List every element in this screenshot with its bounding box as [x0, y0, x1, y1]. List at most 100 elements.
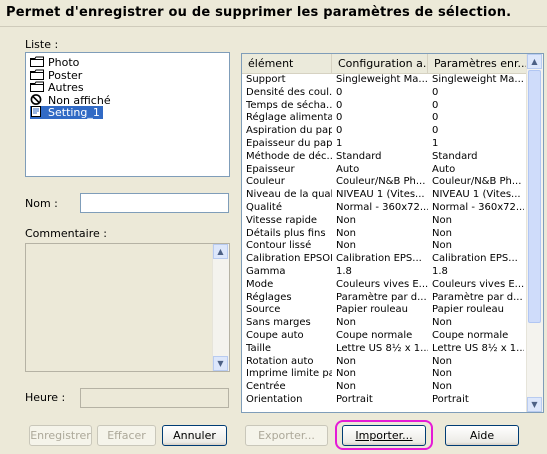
scroll-down-button[interactable]: ▼ — [213, 356, 228, 371]
save-button[interactable]: Enregistrer — [29, 425, 92, 446]
table-row[interactable]: Densité des coul... 0 0 — [242, 87, 527, 98]
comment-scrollbar[interactable]: ▲ ▼ — [212, 244, 229, 371]
name-label: Nom : — [25, 197, 58, 210]
table-cell: Support — [246, 74, 286, 85]
list-label: Liste : — [25, 38, 59, 51]
table-cell: Centrée — [246, 381, 286, 393]
table-row[interactable]: Taille Lettre US 8½ x 1... Lettre US 8½ x … — [242, 343, 527, 354]
table-scroll-up-button[interactable]: ▲ — [527, 54, 542, 69]
table-row[interactable]: Qualité Normal - 360x72... Normal - 360x72… — [242, 202, 527, 213]
table-row[interactable]: Méthode de déc... Standard Standard — [242, 151, 527, 162]
table-cell: Non — [336, 214, 356, 226]
list-item[interactable]: Non affiché — [30, 94, 114, 107]
time-label: Heure : — [25, 391, 66, 404]
table-scroll-down-button[interactable]: ▼ — [527, 397, 542, 412]
table-row[interactable]: Niveau de la qual... NIVEAU 1 (Vites... NI… — [242, 189, 527, 200]
table-cell: 1 — [432, 138, 439, 149]
table-scroll-thumb[interactable] — [528, 70, 541, 323]
table-cell: Taille — [246, 342, 272, 354]
table-row[interactable]: Mode Couleurs vives E... Couleurs vives E.… — [242, 279, 527, 290]
table-row[interactable]: Vitesse rapide Non Non — [242, 215, 527, 226]
chevron-down-icon: ▼ — [531, 400, 538, 409]
list-item-label: Poster — [48, 68, 83, 82]
table-cell: Couleur — [246, 176, 285, 188]
settings-table[interactable]: élément Configuration a... Paramètres en… — [241, 53, 544, 413]
table-cell: Lettre US 8½ x 1... — [336, 342, 428, 354]
table-cell: Couleur/N&B Ph... — [432, 176, 522, 188]
table-cell: Epaisseur — [246, 163, 295, 175]
comment-textarea[interactable]: ▲ ▼ — [25, 243, 230, 372]
table-cell: Gamma — [246, 266, 286, 277]
table-row[interactable]: Support Singleweight Ma... Singleweight Ma… — [242, 74, 527, 85]
table-cell: Calibration EPSON — [246, 253, 332, 265]
column-header-current-config[interactable]: Configuration a... — [332, 54, 428, 73]
table-cell: Calibration EPS... — [432, 253, 518, 265]
table-row[interactable]: Détails plus fins Non Non — [242, 228, 527, 239]
help-button[interactable]: Aide — [445, 425, 519, 446]
import-button[interactable]: Importer... — [342, 425, 426, 446]
table-cell: Imprime limite page — [246, 368, 332, 380]
table-row[interactable]: Contour lissé Non Non — [242, 240, 527, 251]
table-cell: Source — [246, 304, 281, 316]
table-row[interactable]: Aspiration du pap... 0 0 — [242, 125, 527, 136]
table-row[interactable]: Epaisseur Auto Auto — [242, 164, 527, 175]
table-row[interactable]: Centrée Non Non — [242, 381, 527, 392]
table-row[interactable]: Sans marges Non Non — [242, 317, 527, 328]
time-field — [80, 388, 229, 408]
table-cell: Non — [336, 381, 356, 393]
column-header-saved-params[interactable]: Paramètres enr... — [428, 54, 527, 73]
table-row[interactable]: Réglages Paramètre par d... Paramètre par … — [242, 292, 527, 303]
table-cell: Non — [432, 227, 452, 239]
import-button-label: Importer... — [355, 429, 413, 442]
table-cell: NIVEAU 1 (Vites... — [432, 189, 521, 201]
table-row[interactable]: Calibration EPSON Calibration EPS... Calib… — [242, 253, 527, 264]
export-button[interactable]: Exporter... — [245, 425, 328, 446]
delete-button[interactable]: Effacer — [97, 425, 156, 446]
settings-list[interactable]: Photo Poster Autres Non affiché Setting_1 — [25, 52, 230, 177]
table-cell: Contour lissé — [246, 240, 312, 252]
table-cell: Standard — [336, 150, 382, 162]
table-row[interactable]: Coupe auto Coupe normale Coupe normale — [242, 330, 527, 341]
table-cell: Non — [336, 227, 356, 239]
settings-file-icon — [30, 106, 48, 119]
table-cell: 0 — [336, 99, 343, 111]
list-item-label: Autres — [48, 81, 84, 94]
table-cell: Coupe normale — [432, 330, 509, 341]
comment-label: Commentaire : — [25, 227, 107, 240]
table-row[interactable]: Couleur Couleur/N&B Ph... Couleur/N&B Ph..… — [242, 176, 527, 187]
table-row[interactable]: Gamma 1.8 1.8 — [242, 266, 527, 277]
table-header: élément Configuration a... Paramètres en… — [242, 54, 527, 74]
column-header-element[interactable]: élément — [242, 54, 332, 73]
table-cell: NIVEAU 1 (Vites... — [336, 189, 425, 201]
table-cell: Non — [432, 368, 452, 380]
table-scrollbar[interactable]: ▲ ▼ — [526, 54, 543, 412]
table-row[interactable]: Imprime limite page Non Non — [242, 368, 527, 379]
list-item[interactable]: Setting_1 — [30, 106, 103, 119]
table-cell: Non — [432, 214, 452, 226]
table-cell: Mode — [246, 278, 274, 290]
list-item[interactable]: Poster — [30, 69, 85, 82]
table-cell: 0 — [432, 112, 439, 124]
table-cell: Epaisseur du pap... — [246, 138, 332, 149]
cancel-button[interactable]: Annuler — [162, 425, 227, 446]
table-row[interactable]: Rotation auto Non Non — [242, 356, 527, 367]
table-cell: Standard — [432, 150, 478, 162]
table-cell: Détails plus fins — [246, 227, 326, 239]
table-cell: Orientation — [246, 394, 303, 405]
scroll-up-button[interactable]: ▲ — [213, 244, 228, 259]
table-row[interactable]: Epaisseur du pap... 1 1 — [242, 138, 527, 149]
table-row[interactable]: Temps de sécha... 0 0 — [242, 100, 527, 111]
table-cell: Temps de sécha... — [246, 99, 332, 111]
name-input[interactable] — [80, 193, 229, 213]
list-item[interactable]: Autres — [30, 81, 87, 94]
dialog-title-bar: Permet d'enregistrer ou de supprimer les… — [0, 0, 547, 27]
table-row[interactable]: Orientation Portrait Portrait — [242, 394, 527, 405]
table-row[interactable]: Source Papier rouleau Papier rouleau — [242, 304, 527, 315]
table-cell: 0 — [432, 86, 439, 98]
list-item[interactable]: Photo — [30, 56, 82, 69]
cancel-button-label: Annuler — [173, 429, 216, 442]
table-cell: 1.8 — [336, 266, 352, 277]
table-cell: Non — [336, 355, 356, 367]
table-row[interactable]: Réglage alimenta... 0 0 — [242, 112, 527, 123]
table-cell: Couleur/N&B Ph... — [336, 176, 426, 188]
